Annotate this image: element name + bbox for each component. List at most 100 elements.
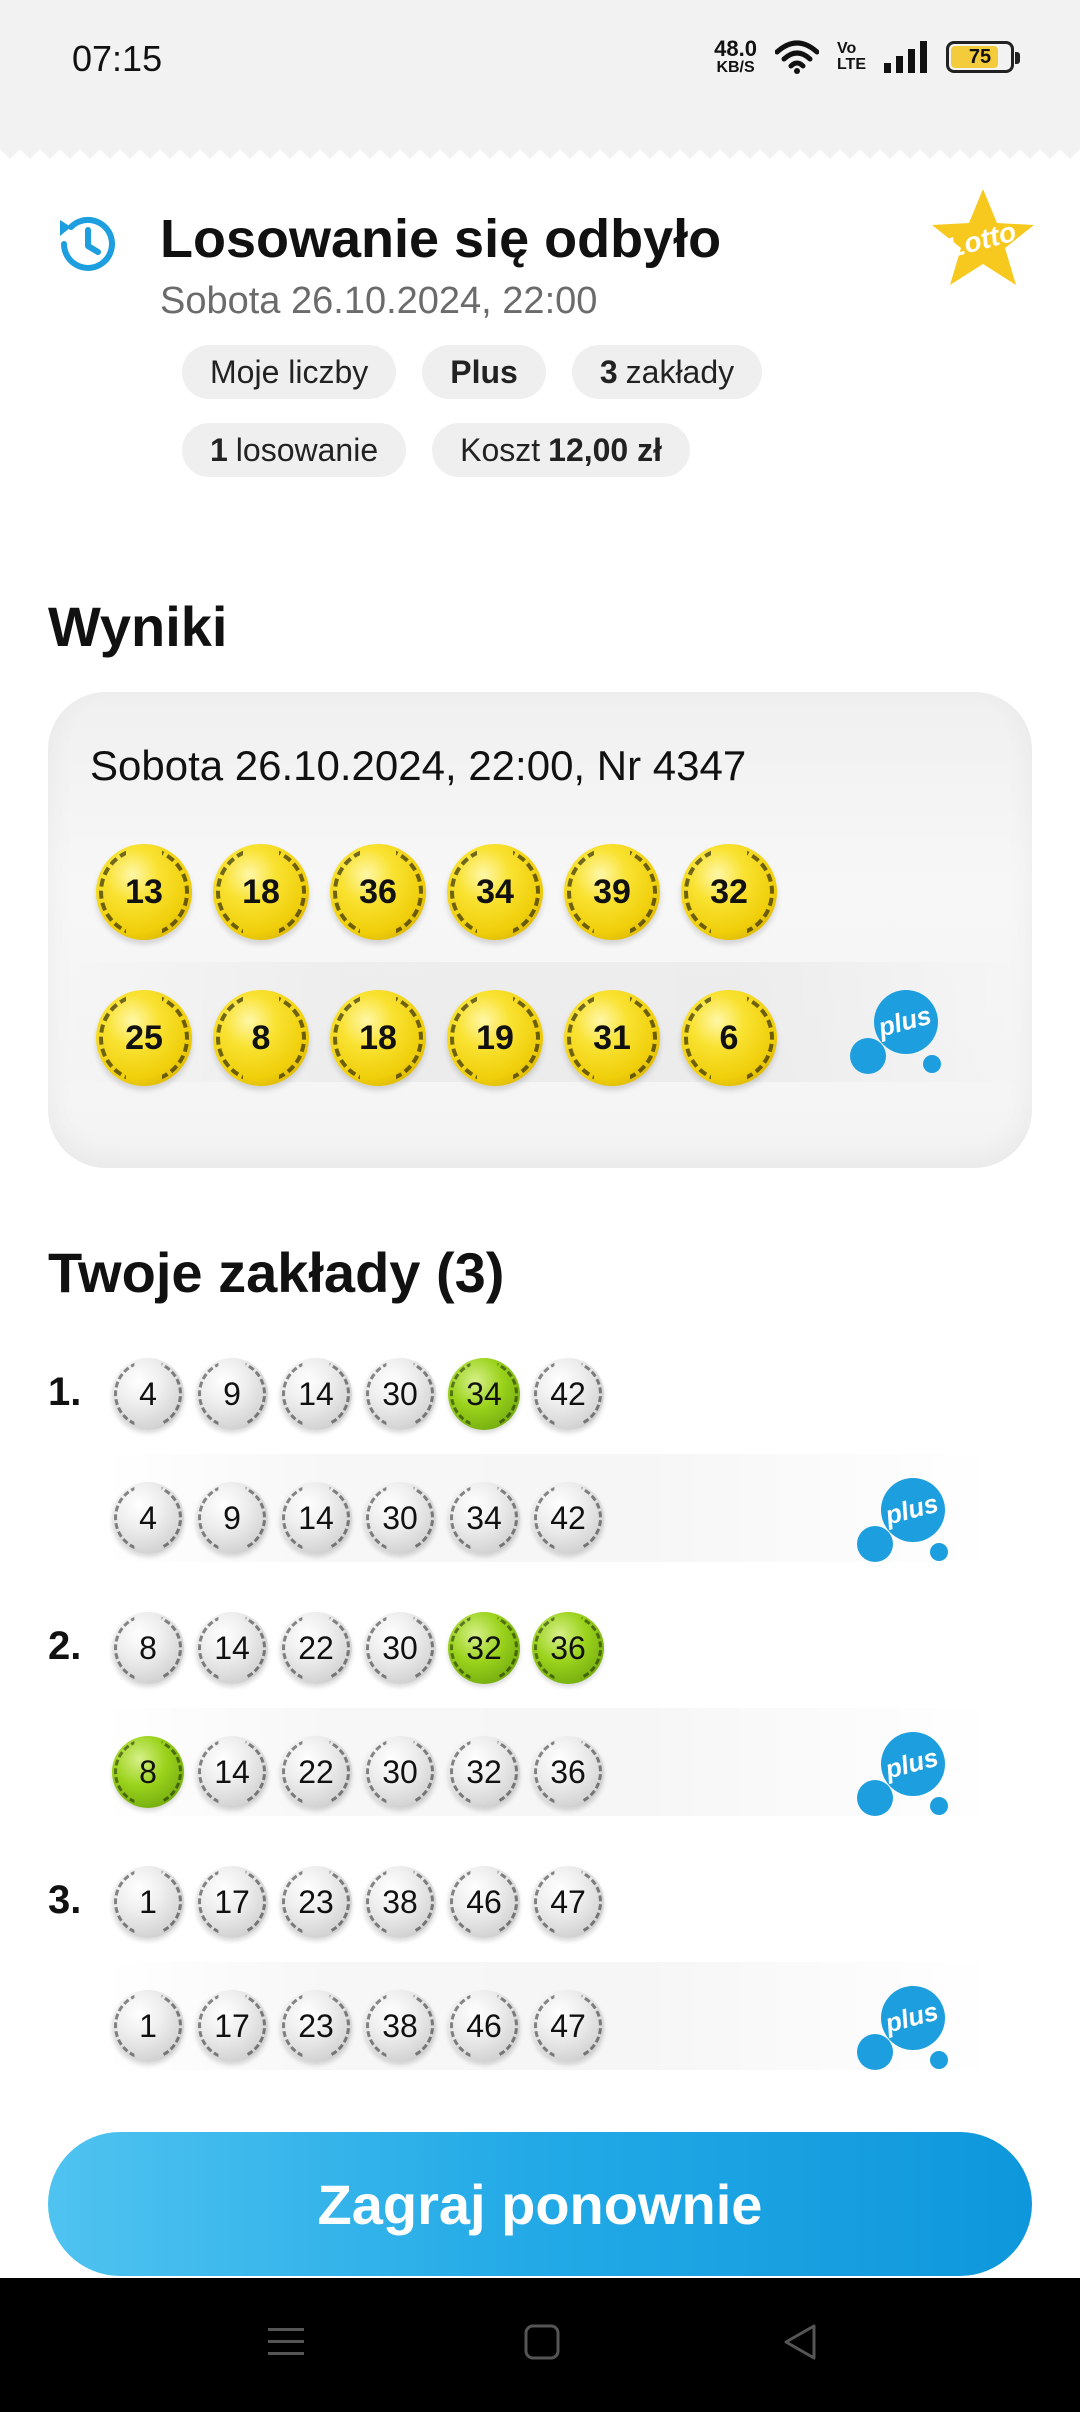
bet-plus-balls: 8 14 22 30 32 36 (112, 1736, 616, 1808)
number-ball: 32 (681, 844, 777, 940)
bet-lotto-balls: 4 9 14 30 34 42 (112, 1358, 616, 1430)
bet-number: 3. (48, 1878, 82, 1922)
volte-bottom: LTE (836, 56, 866, 73)
number-ball: 22 (280, 1612, 352, 1684)
number-ball: 39 (564, 844, 660, 940)
home-icon[interactable] (522, 2322, 562, 2362)
bet-lotto-balls: 1 17 23 38 46 47 (112, 1866, 616, 1938)
number-ball: 42 (532, 1482, 604, 1554)
network-speed: 48.0 KB/S (714, 38, 757, 76)
chip-cost-value: 12,00 zł (548, 431, 662, 468)
back-icon[interactable] (780, 2322, 820, 2362)
number-ball: 8 (112, 1736, 184, 1808)
plus-logo: plus (855, 1724, 955, 1824)
page-title: Losowanie się odbyło (160, 209, 722, 269)
chip-cost: Koszt 12,00 zł (432, 423, 690, 477)
number-ball: 23 (280, 1866, 352, 1938)
bet-number: 1. (48, 1370, 82, 1414)
chip-draws-count: 1 (210, 431, 228, 468)
plus-logo: plus (855, 1470, 955, 1570)
number-ball: 42 (532, 1358, 604, 1430)
draw-date: Sobota 26.10.2024, 22:00 (160, 280, 598, 322)
number-ball: 14 (280, 1482, 352, 1554)
chip-plus: Plus (422, 345, 546, 399)
number-ball: 47 (532, 1866, 604, 1938)
number-ball: 14 (280, 1358, 352, 1430)
status-bar: 07:15 48.0 KB/S Vo LTE 75 (0, 0, 1080, 150)
number-ball: 17 (196, 1990, 268, 2062)
plus-result-balls: 25 8 18 19 31 6 (96, 990, 798, 1086)
number-ball: 30 (364, 1612, 436, 1684)
number-ball: 36 (330, 844, 426, 940)
volte-top: Vo (836, 40, 857, 57)
chip-bets: 3 zakłady (571, 345, 763, 399)
plus-logo: plus (848, 982, 948, 1082)
number-ball: 47 (532, 1990, 604, 2062)
results-heading: Wyniki (48, 595, 228, 658)
number-ball: 46 (448, 1866, 520, 1938)
number-ball: 30 (364, 1358, 436, 1430)
number-ball: 34 (448, 1482, 520, 1554)
chip-bets-count: 3 (599, 353, 618, 390)
chip-my-numbers: Moje liczby (182, 345, 397, 399)
bet-number: 2. (48, 1624, 82, 1668)
plus-icon: plus (857, 1986, 948, 2070)
play-again-button[interactable]: Zagraj ponownie (48, 2132, 1032, 2276)
number-ball: 4 (112, 1358, 184, 1430)
number-ball: 34 (448, 1358, 520, 1430)
number-ball: 18 (213, 844, 309, 940)
signal-icon (884, 41, 927, 73)
chip-draws: 1 losowanie (182, 423, 407, 477)
status-time: 07:15 (72, 38, 163, 79)
ticket-chips: Moje liczby Plus 3 zakłady 1 losowanie Kos… (182, 345, 802, 477)
lotto-logo: Lotto (932, 189, 1034, 285)
battery-level: 75 (968, 45, 992, 68)
number-ball: 46 (448, 1990, 520, 2062)
chip-cost-label: Koszt (460, 431, 541, 468)
chip-draws-label: losowanie (235, 431, 379, 468)
plus-icon: plus (857, 1732, 948, 1816)
number-ball: 14 (196, 1612, 268, 1684)
volte-icon: Vo LTE (837, 41, 866, 73)
chip-plus-label: Plus (450, 353, 518, 390)
number-ball: 32 (448, 1612, 520, 1684)
lotto-result-balls: 13 18 36 34 39 32 (96, 844, 798, 940)
plus-logo: plus (855, 1978, 955, 2078)
network-speed-unit: KB/S (716, 59, 755, 76)
number-ball: 36 (532, 1612, 604, 1684)
number-ball: 30 (364, 1482, 436, 1554)
plus-icon: plus (857, 1478, 948, 1562)
status-icons: 48.0 KB/S Vo LTE 75 (714, 38, 1020, 76)
bets-heading: Twoje zakłady (3) (48, 1241, 505, 1304)
number-ball: 25 (96, 990, 192, 1086)
number-ball: 9 (196, 1482, 268, 1554)
number-ball: 36 (532, 1736, 604, 1808)
number-ball: 6 (681, 990, 777, 1086)
results-card: Sobota 26.10.2024, 22:00, Nr 4347 13 18 36… (48, 692, 1032, 1168)
history-icon (60, 216, 115, 271)
number-ball: 38 (364, 1866, 436, 1938)
number-ball: 1 (112, 1990, 184, 2062)
number-ball: 8 (112, 1612, 184, 1684)
battery-icon: 75 (946, 41, 1020, 73)
number-ball: 14 (196, 1736, 268, 1808)
number-ball: 18 (330, 990, 426, 1086)
number-ball: 32 (448, 1736, 520, 1808)
number-ball: 34 (447, 844, 543, 940)
number-ball: 13 (96, 844, 192, 940)
number-ball: 17 (196, 1866, 268, 1938)
menu-icon[interactable] (266, 2322, 306, 2362)
number-ball: 23 (280, 1990, 352, 2062)
number-ball: 30 (364, 1736, 436, 1808)
draw-info: Sobota 26.10.2024, 22:00, Nr 4347 (90, 742, 747, 789)
number-ball: 31 (564, 990, 660, 1086)
number-ball: 19 (447, 990, 543, 1086)
number-ball: 8 (213, 990, 309, 1086)
number-ball: 9 (196, 1358, 268, 1430)
ticket-edge (0, 135, 1080, 159)
wifi-icon (774, 40, 819, 74)
bet-plus-balls: 4 9 14 30 34 42 (112, 1482, 616, 1554)
chip-bets-label: zakłady (625, 353, 735, 390)
system-nav-bar (0, 2278, 1080, 2412)
bet-plus-balls: 1 17 23 38 46 47 (112, 1990, 616, 2062)
